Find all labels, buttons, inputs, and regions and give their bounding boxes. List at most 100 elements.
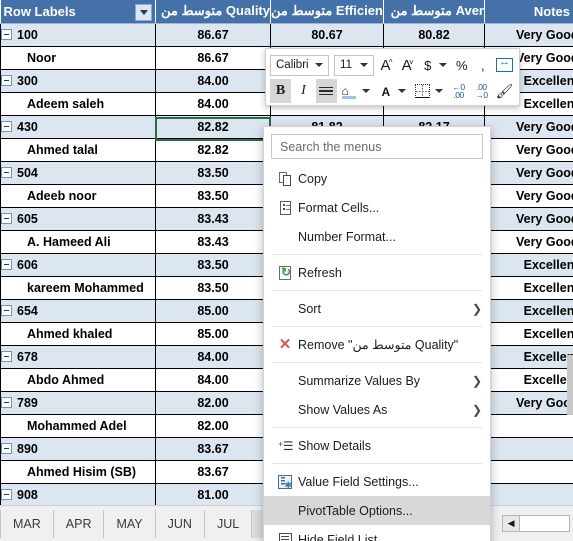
cell-notes[interactable]: Very Good (484, 115, 573, 139)
cell-quality[interactable]: 83.67 (155, 437, 271, 461)
comma-style-button[interactable]: , (473, 53, 492, 77)
cell-notes[interactable]: Very Good (484, 184, 573, 208)
cell-notes[interactable]: Excellent (484, 276, 573, 300)
sheet-tab-apr[interactable]: APR (54, 509, 105, 538)
cell-notes[interactable]: Very Good (484, 391, 573, 415)
menu-item-format-cells[interactable]: Format Cells... (264, 193, 490, 222)
vertical-scrollbar[interactable] (567, 355, 573, 415)
italic-button[interactable]: I (293, 79, 314, 103)
table-row[interactable]: 100 86.67 80.67 80.82 Very Good (0, 23, 573, 47)
context-menu-items[interactable]: Copy Format Cells... Number Format... Refre… (264, 164, 490, 541)
menu-item-summarize-values-by[interactable]: Summarize Values By ❯ (264, 366, 490, 395)
sheet-tab-jun[interactable]: JUN (156, 509, 205, 538)
collapse-expand-icon[interactable] (1, 166, 12, 178)
collapse-expand-icon[interactable] (1, 396, 12, 408)
collapse-expand-icon[interactable] (1, 350, 12, 362)
mini-format-toolbar[interactable]: Calibri 11 A^ A˅ $ % , B I ⌂ (265, 48, 520, 106)
cell-aver[interactable]: 80.82 (383, 23, 485, 47)
collapse-expand-icon[interactable] (1, 488, 12, 500)
scroll-left-icon[interactable]: ◀ (503, 516, 521, 531)
decrease-decimal-button[interactable]: ←0.00 (448, 79, 469, 103)
cell-notes[interactable]: Excellent (484, 322, 573, 346)
cell-quality[interactable]: 81.00 (155, 483, 271, 505)
cell-quality[interactable]: 82.82 (155, 138, 271, 162)
row-group-label[interactable]: 678 (0, 345, 156, 369)
cell-quality[interactable]: 84.00 (155, 345, 271, 369)
cell-notes[interactable]: Very Good (484, 23, 573, 47)
row-item-label[interactable]: kareem Mohammed (0, 276, 156, 300)
cell-quality[interactable]: 83.67 (155, 460, 271, 484)
menu-item-refresh[interactable]: Refresh (264, 258, 490, 287)
cell-notes[interactable]: Very Good (484, 161, 573, 185)
cell-quality[interactable]: 85.00 (155, 322, 271, 346)
collapse-expand-icon[interactable] (1, 28, 12, 40)
chevron-down-icon[interactable] (439, 53, 450, 77)
menu-item-sort[interactable]: Sort ❯ (264, 294, 490, 323)
menu-item-value-field-settings[interactable]: Value Field Settings... (264, 467, 490, 496)
collapse-expand-icon[interactable] (1, 74, 12, 86)
row-group-label[interactable]: 606 (0, 253, 156, 277)
font-color-button[interactable]: A (375, 79, 396, 103)
accounting-number-format-button[interactable]: $ (418, 53, 437, 77)
row-item-label[interactable]: Abdo Ahmed (0, 368, 156, 392)
row-group-label[interactable]: 890 (0, 437, 156, 461)
cell-notes[interactable]: Very Good (484, 207, 573, 231)
menu-search-input[interactable]: Search the menus (271, 134, 483, 159)
row-group-label[interactable]: 430 (0, 115, 156, 139)
cell-quality[interactable]: 82.00 (155, 414, 271, 438)
grow-font-button[interactable]: A ^ (376, 53, 395, 77)
menu-item-show-values-as[interactable]: Show Values As ❯ (264, 395, 490, 424)
menu-item-number-format[interactable]: Number Format... (264, 222, 490, 251)
cell-quality[interactable]: 83.43 (155, 230, 271, 254)
font-name-select[interactable]: Calibri (270, 54, 330, 76)
row-group-label[interactable]: 100 (0, 23, 156, 47)
cell-notes[interactable]: Very Good (484, 138, 573, 162)
column-header-notes[interactable]: Notes (484, 0, 573, 24)
cell-notes[interactable]: Excellent (484, 299, 573, 323)
cell-quality[interactable]: 86.67 (155, 46, 271, 70)
center-align-button[interactable] (315, 79, 337, 103)
borders-button[interactable] (412, 79, 433, 103)
row-item-label[interactable]: Noor (0, 46, 156, 70)
menu-item-copy[interactable]: Copy (264, 164, 490, 193)
cell-quality[interactable]: 84.00 (155, 69, 271, 93)
increase-decimal-button[interactable]: .00 →0 (471, 79, 492, 103)
row-group-label[interactable]: 908 (0, 483, 156, 505)
wrap-text-button[interactable] (494, 53, 515, 77)
cell-notes[interactable]: Very Good (484, 230, 573, 254)
sheet-tab-mar[interactable]: MAR (0, 509, 54, 538)
cell-notes[interactable]: Excellent (484, 345, 573, 369)
chevron-down-icon[interactable] (362, 79, 373, 103)
row-item-label[interactable]: Ahmed talal (0, 138, 156, 162)
collapse-expand-icon[interactable] (1, 442, 12, 454)
pivot-context-menu[interactable]: Search the menus Copy Format Cells... Numb… (263, 126, 491, 541)
cell-quality[interactable]: 83.50 (155, 161, 271, 185)
chevron-down-icon[interactable] (434, 79, 446, 103)
cell-quality[interactable]: 86.67 (155, 23, 271, 47)
column-header-row-labels[interactable]: Row Labels (0, 0, 156, 24)
cell-quality[interactable]: 82.00 (155, 391, 271, 415)
percent-style-button[interactable]: % (452, 53, 471, 77)
row-group-label[interactable]: 789 (0, 391, 156, 415)
cell-notes[interactable]: Excellent (484, 368, 573, 392)
collapse-expand-icon[interactable] (1, 120, 12, 132)
column-header-aver[interactable]: متوسط من Aver (383, 0, 485, 24)
collapse-expand-icon[interactable] (1, 212, 12, 224)
row-group-label[interactable]: 654 (0, 299, 156, 323)
shrink-font-button[interactable]: A ˅ (397, 53, 416, 77)
cell-quality[interactable]: 83.50 (155, 184, 271, 208)
cell-notes[interactable] (484, 460, 573, 484)
cell-quality[interactable]: 83.43 (155, 207, 271, 231)
row-item-label[interactable]: Ahmed Hisim (SB) (0, 460, 156, 484)
menu-item-remove-quality[interactable]: ✕ Remove "متوسط من Quality" (264, 330, 490, 359)
row-group-label[interactable]: 504 (0, 161, 156, 185)
bold-button[interactable]: B (270, 79, 291, 103)
collapse-expand-icon[interactable] (1, 258, 12, 270)
cell-notes[interactable] (484, 414, 573, 438)
cell-quality[interactable]: 82.82 (155, 115, 271, 139)
sheet-tab-may[interactable]: MAY (104, 509, 156, 538)
menu-item-show-details[interactable]: ⁺☰ Show Details (264, 431, 490, 460)
menu-item-hide-field-list[interactable]: Hide Field List (264, 525, 490, 541)
row-group-label[interactable]: 605 (0, 207, 156, 231)
cell-quality[interactable]: 85.00 (155, 299, 271, 323)
